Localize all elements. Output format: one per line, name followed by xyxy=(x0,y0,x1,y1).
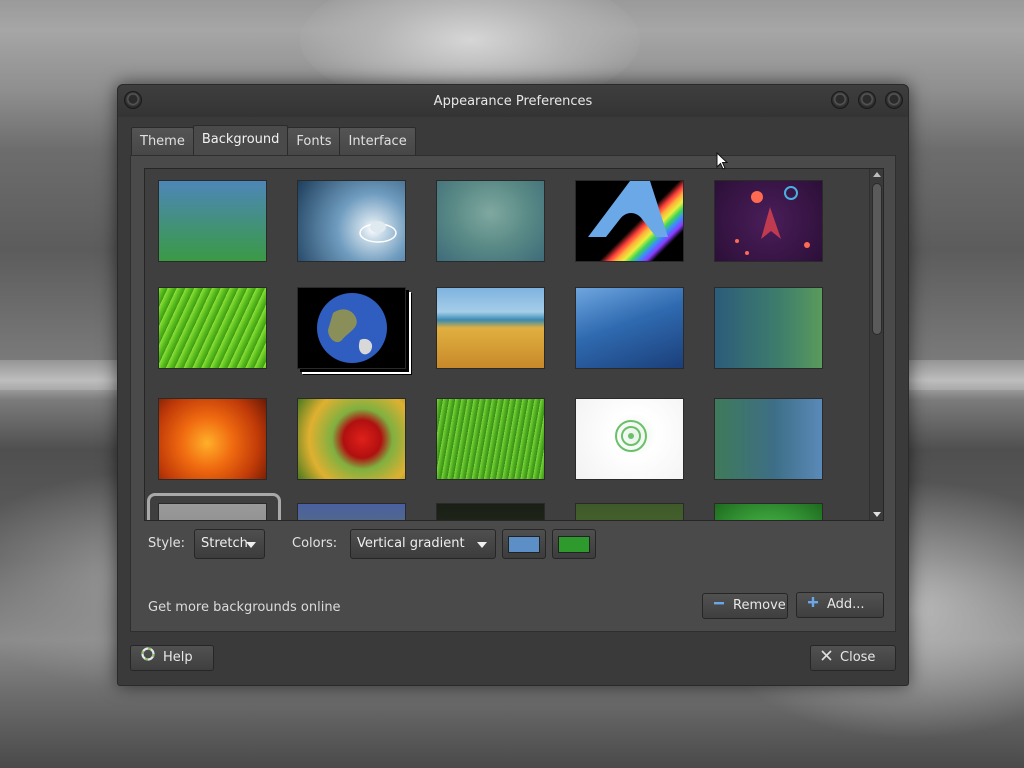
colors-value: Vertical gradient xyxy=(357,536,465,551)
scroll-down-icon[interactable] xyxy=(873,512,881,517)
wallpaper-thumbnail-teal-blur[interactable] xyxy=(436,180,545,262)
chevron-down-icon xyxy=(246,542,256,548)
remove-label: Remove xyxy=(733,598,786,613)
secondary-color-button[interactable] xyxy=(552,529,596,559)
wallpaper-thumbnail-wheat-field-sea[interactable] xyxy=(436,287,545,369)
wallpaper-thumbnail-blue-green-gradient[interactable] xyxy=(158,180,267,262)
get-more-backgrounds-link[interactable]: Get more backgrounds online xyxy=(148,600,341,615)
tab-theme[interactable]: Theme xyxy=(131,127,194,155)
wallpaper-thumbnail-purple-space-rocket[interactable] xyxy=(714,180,823,262)
style-combo[interactable]: Stretch xyxy=(194,529,265,559)
wallpaper-thumbnail-white-logo[interactable] xyxy=(575,398,684,480)
close-window-button[interactable] xyxy=(885,91,903,109)
primary-color-button[interactable] xyxy=(502,529,546,559)
wallpaper-thumbnail-green-leaves[interactable] xyxy=(714,503,823,520)
wallpaper-thumbnail-blue-waves[interactable] xyxy=(575,287,684,369)
wallpaper-thumbnail-orange-flower[interactable] xyxy=(158,398,267,480)
chevron-down-icon xyxy=(477,542,487,548)
close-label: Close xyxy=(840,650,876,665)
wallpaper-thumbnail-arch-rainbow[interactable] xyxy=(575,180,684,262)
scrollbar[interactable] xyxy=(869,169,883,520)
style-value: Stretch xyxy=(201,536,248,551)
appearance-preferences-window: Appearance Preferences Theme Background … xyxy=(117,84,909,686)
wallpaper-thumbnail-green-leaf[interactable] xyxy=(158,287,267,369)
wallpaper-thumbnail-earth-globe[interactable] xyxy=(297,287,406,369)
tab-fonts[interactable]: Fonts xyxy=(287,127,341,155)
help-lifebuoy-icon xyxy=(141,646,155,670)
close-button[interactable]: Close xyxy=(810,645,896,671)
wallpaper-thumbnail-red-flower[interactable] xyxy=(297,398,406,480)
remove-button[interactable]: Remove xyxy=(702,593,788,619)
wallpaper-thumbnail-grey-cloud[interactable] xyxy=(158,503,267,520)
primary-color-swatch xyxy=(508,536,540,553)
help-label: Help xyxy=(163,650,193,665)
wallpaper-thumbnail-water-droplet[interactable] xyxy=(297,180,406,262)
tab-bar: Theme Background Fonts Interface xyxy=(131,125,416,155)
maximize-button[interactable] xyxy=(858,91,876,109)
window-title: Appearance Preferences xyxy=(433,94,593,109)
wallpaper-thumbnail-green-soft[interactable] xyxy=(575,503,684,520)
colors-combo[interactable]: Vertical gradient xyxy=(350,529,496,559)
minus-icon xyxy=(713,594,725,618)
colors-label: Colors: xyxy=(292,536,338,551)
close-icon xyxy=(821,646,832,670)
wallpaper-thumbnail-bluebells[interactable] xyxy=(297,503,406,520)
help-button[interactable]: Help xyxy=(130,645,214,671)
add-button[interactable]: Add... xyxy=(796,592,884,618)
title-bar[interactable]: Appearance Preferences xyxy=(118,85,908,117)
wallpaper-thumbnail-teal-dots[interactable] xyxy=(714,287,823,369)
style-label: Style: xyxy=(148,536,186,551)
tab-interface[interactable]: Interface xyxy=(339,127,416,155)
scroll-up-icon[interactable] xyxy=(873,172,881,177)
wallpaper-thumbnail-teal-blue-gradient[interactable] xyxy=(714,398,823,480)
add-label: Add... xyxy=(827,597,865,612)
mouse-pointer-icon xyxy=(716,151,730,176)
wallpaper-thumbnail-dark-green[interactable] xyxy=(436,503,545,520)
tab-background[interactable]: Background xyxy=(192,125,289,155)
plus-icon xyxy=(807,593,819,617)
minimize-button[interactable] xyxy=(831,91,849,109)
wallpaper-thumbnail-green-grass[interactable] xyxy=(436,398,545,480)
scrollbar-thumb[interactable] xyxy=(872,183,882,335)
wallpaper-icon-view[interactable] xyxy=(144,168,884,521)
secondary-color-swatch xyxy=(558,536,590,553)
background-panel: Style: Stretch Colors: Vertical gradient… xyxy=(130,155,896,632)
